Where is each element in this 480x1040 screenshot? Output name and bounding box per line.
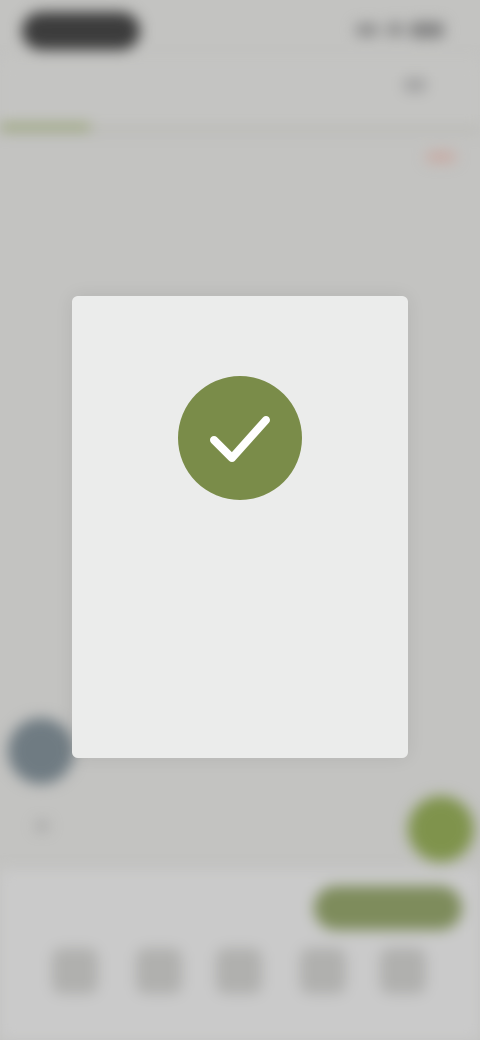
checkmark-icon xyxy=(178,376,302,500)
avatar[interactable] xyxy=(8,718,74,784)
app-header xyxy=(0,60,480,126)
header-accent-bar xyxy=(0,124,90,130)
notification-badge xyxy=(426,152,456,162)
header-title xyxy=(150,78,380,92)
status-pill xyxy=(22,12,140,50)
wifi-icon xyxy=(386,22,404,36)
nav-icon-1[interactable] xyxy=(52,948,98,994)
bottom-left-text xyxy=(22,902,162,918)
screen xyxy=(0,0,480,1040)
floating-action-button[interactable] xyxy=(408,796,474,862)
status-bar xyxy=(0,0,480,60)
dialog-action-link[interactable] xyxy=(216,724,264,738)
success-dialog xyxy=(72,296,408,758)
checkmark-glyph xyxy=(210,416,270,462)
nav-icon-2[interactable] xyxy=(136,948,182,994)
bottom-icon-row xyxy=(0,948,480,1008)
center-label xyxy=(176,848,306,862)
battery-icon xyxy=(410,22,444,38)
signal-icon xyxy=(356,24,378,36)
nav-icon-4[interactable] xyxy=(300,948,346,994)
header-menu-icon[interactable] xyxy=(404,78,426,92)
avatar-label xyxy=(36,822,48,830)
nav-icon-5[interactable] xyxy=(380,948,426,994)
status-icons xyxy=(356,18,446,44)
bottom-action-button[interactable] xyxy=(314,886,462,930)
nav-icon-3[interactable] xyxy=(216,948,262,994)
